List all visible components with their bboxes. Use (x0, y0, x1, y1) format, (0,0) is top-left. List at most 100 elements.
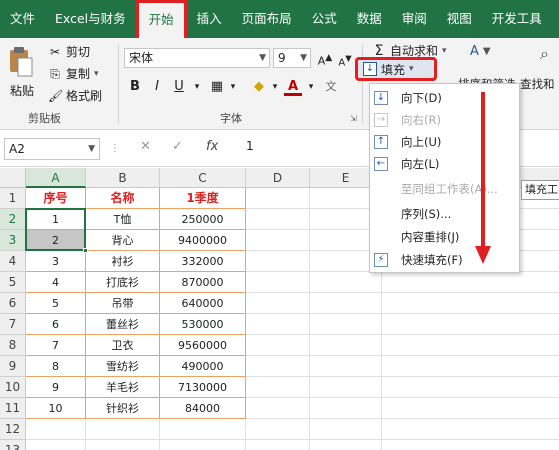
tab-home[interactable]: 开始 (135, 0, 187, 38)
cell[interactable] (246, 209, 310, 230)
table-header-cell[interactable]: 名称 (86, 188, 160, 209)
cell[interactable] (382, 335, 559, 356)
cell[interactable] (382, 293, 559, 314)
cell[interactable] (246, 356, 310, 377)
cell[interactable] (310, 440, 382, 450)
cell[interactable] (246, 419, 310, 440)
table-cell[interactable]: 640000 (160, 293, 246, 314)
fill-menu-item[interactable]: ⚡ 快速填充(F) (370, 249, 519, 271)
row-header-9[interactable]: 9 (0, 356, 26, 377)
increase-font-icon[interactable]: A▲ (316, 49, 334, 68)
cell[interactable] (310, 293, 382, 314)
tab-help[interactable]: 帮 (552, 0, 559, 38)
fill-menu-item[interactable]: 内容重排(J) (370, 226, 519, 248)
cell[interactable] (86, 419, 160, 440)
cell[interactable] (160, 419, 246, 440)
column-header-a[interactable]: A (26, 168, 86, 188)
column-header-d[interactable]: D (246, 168, 310, 188)
table-cell[interactable]: 3 (26, 251, 86, 272)
column-header-c[interactable]: C (160, 168, 246, 188)
fill-menu-item[interactable]: ← 向左(L) (370, 153, 519, 175)
cell[interactable] (246, 335, 310, 356)
tab-formulas[interactable]: 公式 (302, 0, 347, 38)
cancel-icon[interactable]: ✕ (140, 139, 151, 154)
bold-button[interactable]: B (126, 78, 144, 96)
row-header-2[interactable]: 2 (0, 209, 26, 230)
row-header-1[interactable]: 1 (0, 188, 26, 209)
formula-input[interactable]: 1 (246, 139, 254, 153)
row-header-5[interactable]: 5 (0, 272, 26, 293)
select-all-corner[interactable] (0, 168, 26, 188)
table-cell[interactable]: 7130000 (160, 377, 246, 398)
fill-button[interactable]: ↓ 填充 ▾ (355, 57, 437, 81)
table-cell[interactable]: 卫衣 (86, 335, 160, 356)
table-cell[interactable]: 羊毛衫 (86, 377, 160, 398)
row-header-8[interactable]: 8 (0, 335, 26, 356)
chevron-down-icon[interactable]: ▾ (224, 78, 242, 96)
tab-insert[interactable]: 插入 (187, 0, 232, 38)
table-cell[interactable]: 9400000 (160, 230, 246, 251)
cell[interactable] (246, 230, 310, 251)
cell[interactable] (310, 377, 382, 398)
tab-review[interactable]: 审阅 (392, 0, 437, 38)
row-header-6[interactable]: 6 (0, 293, 26, 314)
row-header-7[interactable]: 7 (0, 314, 26, 335)
cell[interactable] (382, 356, 559, 377)
name-box[interactable]: A2 ▼ (4, 138, 100, 160)
tab-developer[interactable]: 开发工具 (482, 0, 552, 38)
table-cell[interactable]: 10 (26, 398, 86, 419)
cell[interactable] (310, 398, 382, 419)
cell[interactable] (382, 419, 559, 440)
cell[interactable] (26, 440, 86, 450)
format-painter-button[interactable]: 🖌 格式刷 (48, 87, 102, 104)
table-cell[interactable]: 332000 (160, 251, 246, 272)
cell[interactable] (26, 419, 86, 440)
row-header-13[interactable]: 13 (0, 440, 26, 450)
decrease-font-icon[interactable]: A▼ (336, 49, 354, 68)
cell[interactable] (382, 440, 559, 450)
fill-handle[interactable] (83, 248, 88, 253)
table-header-cell[interactable]: 序号 (26, 188, 86, 209)
table-cell[interactable]: 背心 (86, 230, 160, 251)
tab-view[interactable]: 视图 (437, 0, 482, 38)
table-header-cell[interactable]: 1季度 (160, 188, 246, 209)
cell[interactable] (310, 356, 382, 377)
table-cell[interactable]: 6 (26, 314, 86, 335)
table-cell[interactable]: 490000 (160, 356, 246, 377)
tab-data[interactable]: 数据 (347, 0, 392, 38)
phonetic-icon[interactable]: 文 (322, 78, 340, 96)
cell[interactable] (310, 314, 382, 335)
cell[interactable] (246, 440, 310, 450)
enter-icon[interactable]: ✓ (172, 139, 183, 154)
cell[interactable] (246, 398, 310, 419)
cell[interactable] (246, 188, 310, 209)
table-cell[interactable]: 530000 (160, 314, 246, 335)
underline-button[interactable]: U (170, 78, 188, 96)
tab-page-layout[interactable]: 页面布局 (232, 0, 302, 38)
tab-file[interactable]: 文件 (0, 0, 45, 38)
italic-button[interactable]: I (148, 78, 166, 96)
row-header-11[interactable]: 11 (0, 398, 26, 419)
paste-button[interactable] (8, 46, 34, 78)
row-header-10[interactable]: 10 (0, 377, 26, 398)
cell[interactable] (246, 314, 310, 335)
table-cell[interactable]: 7 (26, 335, 86, 356)
cell[interactable] (86, 440, 160, 450)
row-header-12[interactable]: 12 (0, 419, 26, 440)
row-header-4[interactable]: 4 (0, 251, 26, 272)
table-cell[interactable]: 250000 (160, 209, 246, 230)
fill-menu-item[interactable]: 序列(S)... (370, 203, 519, 225)
cell[interactable] (310, 419, 382, 440)
table-cell[interactable]: 雪纺衫 (86, 356, 160, 377)
font-size-select[interactable]: 9 ▼ (273, 48, 311, 68)
copy-button[interactable]: ⎘ 复制 ▾ (48, 65, 98, 82)
table-cell[interactable]: 9 (26, 377, 86, 398)
cell[interactable] (382, 314, 559, 335)
cell[interactable] (382, 398, 559, 419)
column-header-b[interactable]: B (86, 168, 160, 188)
cell[interactable] (310, 335, 382, 356)
tab-excel-finance[interactable]: Excel与财务 (45, 0, 136, 38)
table-cell[interactable]: 衬衫 (86, 251, 160, 272)
fill-menu-item[interactable]: ↓ 向下(D) (370, 87, 519, 109)
cut-button[interactable]: ✂ 剪切 (48, 43, 90, 60)
